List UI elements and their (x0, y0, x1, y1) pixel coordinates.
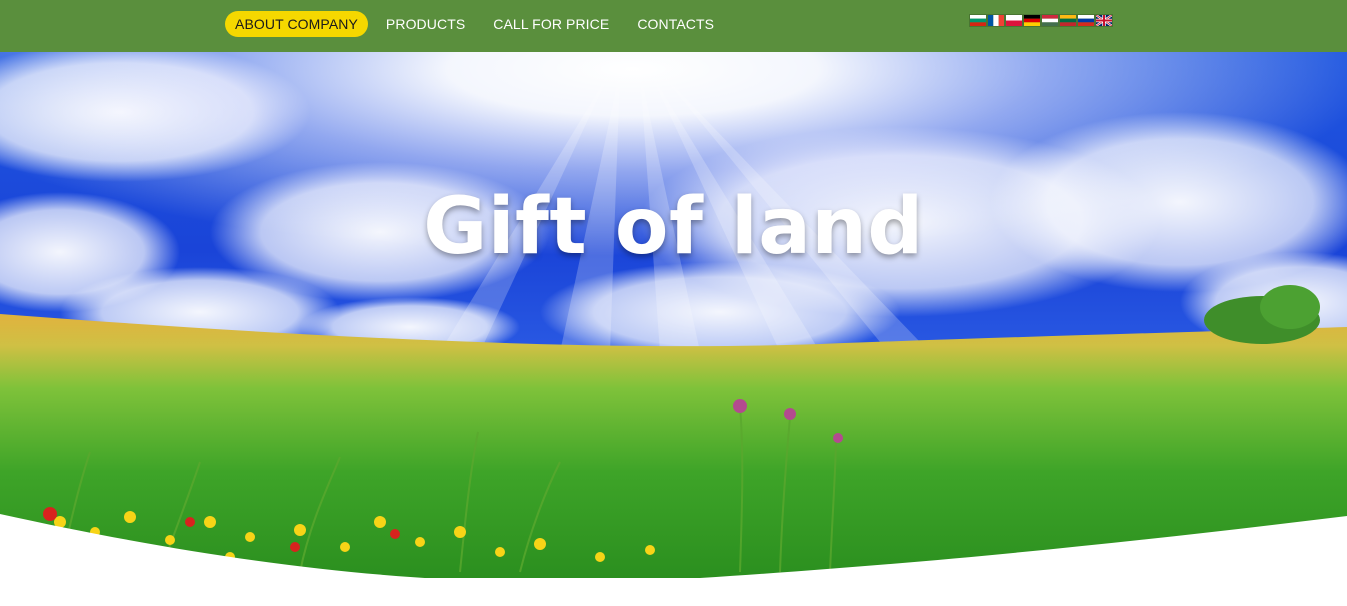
language-switcher (970, 15, 1112, 26)
hungary-flag-icon[interactable] (1042, 15, 1058, 26)
nav-contacts[interactable]: CONTACTS (627, 11, 724, 37)
hero-curve-divider (0, 514, 1347, 606)
top-navigation-bar: ABOUT COMPANY PRODUCTS CALL FOR PRICE CO… (0, 0, 1347, 52)
nav-products[interactable]: PRODUCTS (376, 11, 475, 37)
nav-call-for-price[interactable]: CALL FOR PRICE (483, 11, 619, 37)
poland-flag-icon[interactable] (1006, 15, 1022, 26)
germany-flag-icon[interactable] (1024, 15, 1040, 26)
lithuania-flag-icon[interactable] (1060, 15, 1076, 26)
bulgaria-flag-icon[interactable] (970, 15, 986, 26)
france-flag-icon[interactable] (988, 15, 1004, 26)
united-kingdom-flag-icon[interactable] (1096, 15, 1112, 26)
hero-title: Gift of land (423, 182, 924, 272)
russia-flag-icon[interactable] (1078, 15, 1094, 26)
nav-about-company[interactable]: ABOUT COMPANY (225, 11, 368, 37)
main-menu: ABOUT COMPANY PRODUCTS CALL FOR PRICE CO… (225, 11, 732, 37)
